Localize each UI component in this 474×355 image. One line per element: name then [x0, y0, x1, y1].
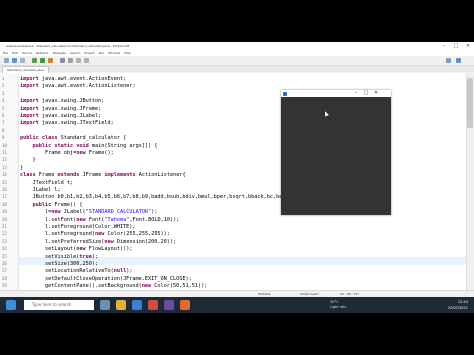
menu-project[interactable]: Project: [84, 51, 94, 55]
tab-label: Standard_calculator.java: [7, 68, 44, 72]
perspective-icon[interactable]: [446, 58, 451, 63]
file-explorer-icon[interactable]: [116, 300, 126, 310]
java-perspective-icon[interactable]: [456, 58, 461, 63]
menu-refactor[interactable]: Refactor: [36, 51, 49, 55]
eclipse-icon[interactable]: [164, 300, 174, 310]
menu-search[interactable]: Search: [70, 51, 80, 55]
task-view-icon[interactable]: [100, 300, 110, 310]
frame-maximize-button[interactable]: □: [361, 90, 371, 97]
clock[interactable]: 12:43 23/07/2021: [448, 299, 468, 311]
menu-help[interactable]: Help: [124, 51, 131, 55]
taskbar-search-box[interactable]: Type here to search: [24, 300, 94, 310]
scrollbar-thumb[interactable]: [467, 78, 473, 128]
screen: eclipse-workspace - Standard_calculator/…: [0, 42, 474, 313]
close-button[interactable]: ✕: [462, 42, 474, 50]
mouse-cursor-icon: [323, 110, 329, 117]
search-placeholder: Type here to search: [32, 302, 72, 307]
print-icon[interactable]: [20, 58, 25, 63]
menu-source[interactable]: Source: [22, 51, 32, 55]
title-bar: eclipse-workspace - Standard_calculator/…: [0, 42, 474, 50]
weather-widget[interactable]: 30°C Light rain: [330, 300, 347, 310]
new-icon[interactable]: [4, 58, 9, 63]
taskbar: Type here to search 30°C Light rain 12:4…: [0, 297, 474, 313]
forward-icon[interactable]: [84, 58, 89, 63]
tab-standard-calculator[interactable]: Standard_calculator.java: [2, 66, 49, 73]
back-icon[interactable]: [76, 58, 81, 63]
chrome-icon[interactable]: [148, 300, 158, 310]
line-number-gutter: 1 2 3 4 5 6 7 8 9 10 11 12 13 14 15 16 17 18 19 20 21 22 23 24 2…: [0, 73, 19, 313]
frame-minimize-button[interactable]: –: [351, 90, 361, 97]
editor-tabs: Standard_calculator.java: [0, 66, 474, 73]
frame-title-bar[interactable]: – □ ✕: [281, 90, 391, 97]
frame-close-button[interactable]: ✕: [371, 90, 381, 97]
weather-desc: Light rain: [330, 305, 347, 309]
menu-file[interactable]: File: [3, 51, 8, 55]
calculator-frame-window[interactable]: – □ ✕: [281, 90, 391, 215]
code-line[interactable]: import javax.swing.JTextField;: [20, 119, 114, 127]
minimize-button[interactable]: –: [438, 42, 450, 50]
debug-icon[interactable]: [32, 58, 37, 63]
menu-navigate[interactable]: Navigate: [53, 51, 66, 55]
run-icon[interactable]: [40, 58, 45, 63]
menu-edit[interactable]: Edit: [12, 51, 18, 55]
maximize-button[interactable]: □: [450, 42, 462, 50]
java-app-icon[interactable]: [180, 300, 190, 310]
external-tools-icon[interactable]: [48, 58, 53, 63]
windows-start-icon[interactable]: [6, 300, 16, 310]
open-type-icon[interactable]: [60, 58, 65, 63]
toolbar: [0, 56, 474, 66]
save-icon[interactable]: [12, 58, 17, 63]
search-icon[interactable]: [68, 58, 73, 63]
java-icon: [283, 91, 287, 96]
menu-window[interactable]: Window: [108, 51, 120, 55]
code-line[interactable]: import java.awt.event.ActionListener;: [20, 82, 136, 90]
edge-icon[interactable]: [132, 300, 142, 310]
menu-run[interactable]: Run: [99, 51, 105, 55]
clock-date: 23/07/2021: [447, 306, 468, 310]
window-title: eclipse-workspace - Standard_calculator/…: [6, 44, 130, 48]
